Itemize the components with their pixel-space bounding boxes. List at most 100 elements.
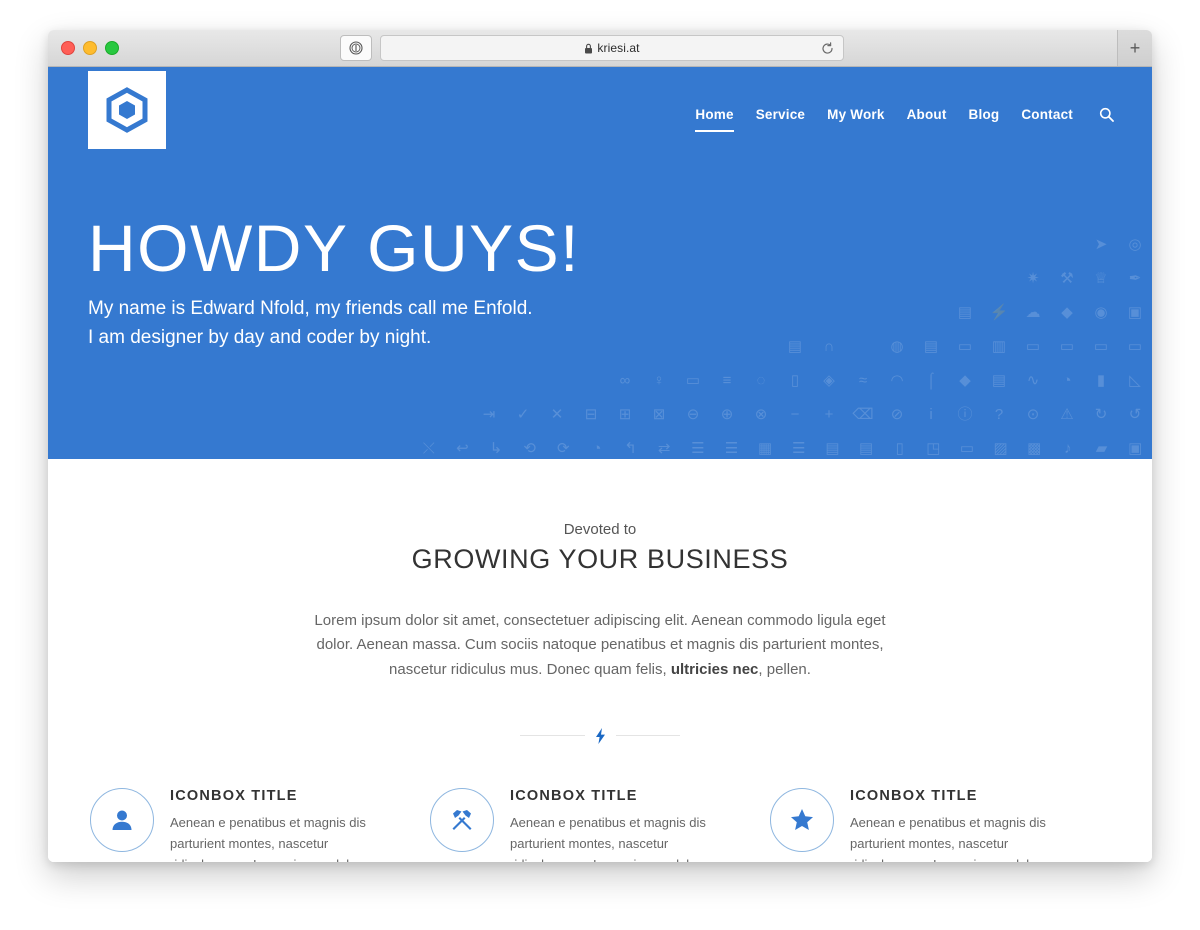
- nav-item-home[interactable]: Home: [695, 107, 735, 132]
- minus-box-icon: ⊟: [584, 405, 598, 423]
- icon-pattern-spacer: [948, 261, 982, 295]
- warning-icon: ⚠: [1060, 405, 1074, 423]
- trash-icon: ▯: [790, 371, 800, 389]
- globe-icon: ◍: [890, 337, 904, 355]
- bolt-icon: [595, 727, 606, 744]
- window-frame-icon: ▭: [959, 439, 975, 457]
- hero-subtitle: My name is Edward Nfold, my friends call…: [88, 295, 580, 352]
- browser-titlebar: kriesi.at +: [48, 30, 1152, 67]
- iconbox[interactable]: ICONBOX TITLE Aenean e penatibus et magn…: [770, 786, 1110, 862]
- trophy-icon: ♕: [1094, 269, 1108, 287]
- droplet-icon: ◆: [1061, 303, 1073, 321]
- nav-item-blog[interactable]: Blog: [969, 107, 1000, 132]
- money-icon: ▤: [787, 337, 803, 355]
- loop-icon: ⟳: [557, 439, 570, 457]
- history-icon: ◔: [592, 439, 602, 457]
- icon-pattern-spacer: [914, 227, 948, 261]
- hero-title: HOWDY GUYS!: [88, 211, 581, 285]
- icon-pattern-spacer: [744, 261, 778, 295]
- icon-pattern-spacer: [812, 227, 846, 261]
- icon-pattern-spacer: [914, 295, 948, 329]
- section-body-part2: , pellen.: [758, 660, 811, 678]
- icon-pattern-spacer: [710, 329, 744, 363]
- close-x-icon: ✕: [550, 405, 564, 423]
- gear-icon: ✷: [1026, 269, 1040, 287]
- upload-window-icon: ▥: [991, 337, 1007, 355]
- document-icon: ▤: [825, 439, 840, 457]
- bar-icon: ▭: [1127, 337, 1143, 355]
- iconbox-description: Aenean e penatibus et magnis dis parturi…: [510, 814, 706, 862]
- icon-pattern-spacer: [880, 261, 914, 295]
- section-title: GROWING YOUR BUSINESS: [411, 544, 789, 574]
- toolbar-icon: ▭: [1059, 337, 1075, 355]
- star-icon: [791, 808, 813, 830]
- check-icon: ✓: [516, 405, 530, 423]
- iconbox-row: ICONBOX TITLE Aenean e penatibus et magn…: [88, 786, 1112, 862]
- icon-pattern-spacer: [846, 329, 880, 363]
- icon-pattern-spacer: [676, 329, 710, 363]
- minus-icon: −: [790, 405, 800, 423]
- area-chart-icon: ◺: [1129, 371, 1141, 389]
- music-icon: ♪: [1064, 439, 1072, 457]
- maximize-window-button[interactable]: [105, 41, 119, 55]
- nav-item-about[interactable]: About: [907, 107, 947, 132]
- question-circle-icon: ⊙: [1026, 405, 1040, 423]
- minimize-window-button[interactable]: [83, 41, 97, 55]
- new-tab-button[interactable]: +: [1117, 30, 1152, 66]
- rocket-icon: ✒: [1128, 269, 1142, 287]
- hexagon-logo-icon: [106, 87, 148, 133]
- iconbox[interactable]: ICONBOX TITLE Aenean e penatibus et magn…: [430, 786, 770, 862]
- icon-pattern-spacer: [846, 295, 880, 329]
- divider-line-right: [615, 735, 680, 737]
- list-add-icon: ☰: [724, 439, 739, 457]
- new-tab-label: +: [1129, 38, 1141, 58]
- user-icon: [112, 810, 132, 830]
- reload-button[interactable]: [819, 40, 835, 56]
- window-traffic-lights: [61, 41, 119, 55]
- search-button[interactable]: [1099, 107, 1114, 132]
- iconbox-text: ICONBOX TITLE Aenean e penatibus et magn…: [170, 786, 370, 862]
- login-icon: ⇥: [482, 405, 496, 423]
- refresh-icon: ↻: [1094, 405, 1108, 423]
- password-field-icon: ▭: [1025, 337, 1041, 355]
- folder-icon: ▰: [1095, 439, 1108, 457]
- icon-pattern-spacer: [710, 227, 744, 261]
- iconbox-description: Aenean e penatibus et magnis dis parturi…: [850, 814, 1046, 862]
- section-body-bold: ultricies nec: [670, 660, 759, 678]
- icon-pattern-spacer: [1016, 227, 1050, 261]
- grid-icon: ▦: [758, 439, 773, 457]
- reload-icon: [821, 41, 833, 54]
- close-window-button[interactable]: [61, 41, 75, 55]
- divider-line-left: [520, 735, 585, 737]
- menu-icon: ☰: [792, 439, 806, 457]
- icon-pattern-spacer: [710, 295, 744, 329]
- line-chart-icon: ∿: [1026, 371, 1040, 389]
- layers-icon: ◳: [926, 439, 941, 457]
- credit-card-icon: ▭: [685, 371, 701, 389]
- list-icon: ☰: [691, 439, 705, 457]
- main-navigation: Home Service My Work About Blog Contact: [695, 107, 1114, 132]
- address-bar[interactable]: kriesi.at: [380, 35, 844, 61]
- tools-icon: [452, 809, 472, 830]
- site-header: Home Service My Work About Blog Contact: [48, 67, 1152, 153]
- iconbox-text: ICONBOX TITLE Aenean e penatibus et magn…: [850, 786, 1050, 862]
- iconbox-title: ICONBOX TITLE: [850, 787, 978, 804]
- icon-pattern-spacer: [812, 261, 846, 295]
- icon-pattern-spacer: [846, 261, 880, 295]
- site-logo[interactable]: [88, 71, 166, 149]
- icon-pattern-spacer: [880, 227, 914, 261]
- iconbox[interactable]: ICONBOX TITLE Aenean e penatibus et magn…: [90, 786, 430, 862]
- iconbox-icon-circle: [770, 787, 834, 852]
- nav-item-service[interactable]: Service: [756, 107, 805, 132]
- nav-item-my-work[interactable]: My Work: [827, 107, 884, 132]
- iconbox-title: ICONBOX TITLE: [510, 787, 638, 804]
- icon-pattern-spacer: [778, 261, 812, 295]
- nav-item-contact[interactable]: Contact: [1021, 107, 1073, 132]
- iconbox-icon-circle: [430, 787, 494, 852]
- swap-icon: ⇄: [657, 439, 671, 457]
- icon-pattern-spacer: [540, 363, 574, 397]
- reader-view-button[interactable]: [340, 35, 372, 61]
- minus-circle-icon: ⊖: [686, 405, 700, 423]
- x-circle-icon: ⊗: [754, 405, 768, 423]
- pie-chart-icon: ◔: [1062, 371, 1072, 389]
